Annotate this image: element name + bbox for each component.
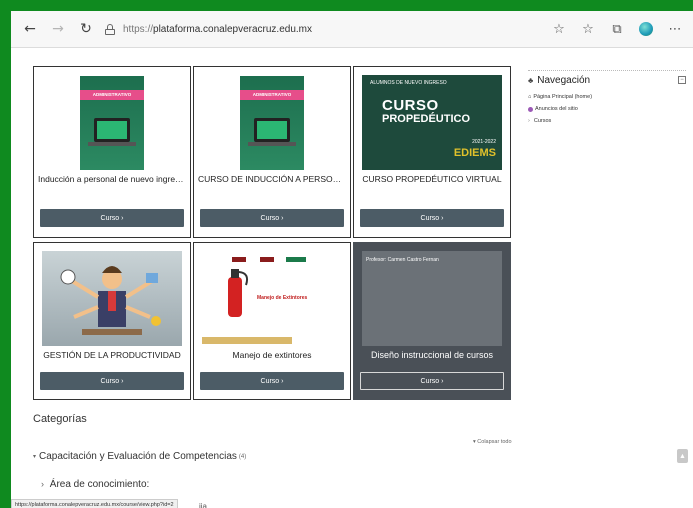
- collections-icon[interactable]: ⧉: [609, 21, 625, 37]
- forward-icon[interactable]: →: [47, 18, 69, 40]
- course-teacher: Profesor: Carmen Castro Fernan: [366, 257, 439, 263]
- forum-icon: [528, 106, 533, 112]
- partial-text: ija: [199, 502, 208, 508]
- subcategory-label[interactable]: Área de conocimiento:: [50, 479, 150, 490]
- caret-down-icon: ▾: [33, 454, 37, 460]
- category-item[interactable]: ▾ Capacitación y Evaluación de Competenc…: [33, 451, 246, 462]
- course-title[interactable]: Diseño instruccional de cursos: [358, 350, 506, 360]
- course-thumbnail: Manejo de Extintores: [202, 251, 342, 346]
- collapse-block-button[interactable]: −: [678, 76, 686, 84]
- categories-heading: Categorías: [33, 413, 87, 425]
- course-card[interactable]: Manejo de Extintores Manejo de extintore…: [193, 242, 351, 400]
- course-card[interactable]: GESTIÓN DE LA PRODUCTIVIDAD Curso ›: [33, 242, 191, 400]
- course-thumbnail: ADMINISTRATIVO: [202, 75, 342, 170]
- thumbnail-text: EDIEMS: [453, 147, 496, 159]
- category-label[interactable]: Capacitación y Evaluación de Competencia…: [39, 451, 237, 462]
- navigation-heading: Navegación: [537, 74, 591, 86]
- more-icon[interactable]: ⋯: [667, 21, 683, 37]
- course-button[interactable]: Curso ›: [40, 209, 184, 227]
- address-bar[interactable]: https:// plataforma.conalepveracruz.edu.…: [105, 16, 551, 42]
- thumbnail-banner: ADMINISTRATIVO: [80, 89, 144, 100]
- lock-icon: [105, 23, 115, 35]
- page-content: ADMINISTRATIVO Inducción a personal de n…: [11, 49, 693, 508]
- course-thumbnail: [362, 251, 502, 346]
- course-card[interactable]: Profesor: Carmen Castro Fernan Diseño in…: [353, 242, 511, 400]
- collapse-all-link[interactable]: ▾ Colapsar todo: [473, 439, 512, 445]
- course-button[interactable]: Curso ›: [360, 372, 504, 390]
- course-title[interactable]: GESTIÓN DE LA PRODUCTIVIDAD: [38, 350, 186, 360]
- nav-item-site-news[interactable]: Anuncios del sitio: [528, 106, 686, 112]
- course-title[interactable]: Inducción a personal de nuevo ingreso...: [38, 174, 186, 184]
- nav-item-label[interactable]: Anuncios del sitio: [535, 106, 578, 112]
- url-host: plataforma.conalepveracruz.edu.mx: [153, 23, 312, 35]
- course-button[interactable]: Curso ›: [360, 209, 504, 227]
- course-button[interactable]: Curso ›: [200, 372, 344, 390]
- thumbnail-banner: ADMINISTRATIVO: [240, 89, 304, 100]
- browser-toolbar: ← → ↻ https:// plataforma.conalepveracru…: [11, 11, 693, 48]
- course-card[interactable]: ADMINISTRATIVO CURSO DE INDUCCIÓN A PERS…: [193, 66, 351, 238]
- nav-item-courses[interactable]: › Cursos: [528, 118, 686, 124]
- chevron-right-icon: ›: [41, 479, 44, 489]
- read-aloud-icon[interactable]: ☆: [551, 21, 567, 37]
- course-thumbnail: [42, 251, 182, 346]
- course-thumbnail: ALUMNOS DE NUEVO INGRESO CURSO PROPEDÉUT…: [362, 75, 502, 170]
- course-button[interactable]: Curso ›: [40, 372, 184, 390]
- category-count: (4): [238, 453, 247, 460]
- thumbnail-text: CURSO: [382, 97, 439, 114]
- profile-icon[interactable]: [638, 21, 654, 37]
- favorites-icon[interactable]: ☆: [580, 21, 596, 37]
- course-card[interactable]: ADMINISTRATIVO Inducción a personal de n…: [33, 66, 191, 238]
- course-title[interactable]: CURSO PROPEDÉUTICO VIRTUAL: [358, 174, 506, 184]
- navigation-block: ♣ Navegación − ⌂ Página Principal (home)…: [528, 70, 686, 124]
- nav-item-label[interactable]: Página Principal (home): [533, 94, 592, 100]
- thumbnail-text: Manejo de Extintores: [257, 295, 308, 301]
- thumbnail-text: PROPEDÉUTICO: [382, 113, 471, 125]
- chevron-right-icon: ›: [528, 118, 530, 124]
- url-protocol: https://: [123, 23, 154, 35]
- nav-item-home[interactable]: ⌂ Página Principal (home): [528, 94, 686, 100]
- course-button[interactable]: Curso ›: [200, 209, 344, 227]
- sitemap-icon: ♣: [528, 75, 534, 85]
- refresh-icon[interactable]: ↻: [75, 18, 97, 40]
- scroll-up-button[interactable]: ▲: [677, 449, 688, 463]
- thumbnail-text: ALUMNOS DE NUEVO INGRESO: [370, 80, 447, 86]
- course-title[interactable]: Manejo de extintores: [198, 350, 346, 360]
- browser-window: ← → ↻ https:// plataforma.conalepveracru…: [11, 11, 693, 508]
- course-card[interactable]: ALUMNOS DE NUEVO INGRESO CURSO PROPEDÉUT…: [353, 66, 511, 238]
- back-icon[interactable]: ←: [19, 18, 41, 40]
- status-bar-url: https://plataforma.conalepveracruz.edu.m…: [11, 499, 178, 508]
- course-thumbnail: ADMINISTRATIVO: [42, 75, 182, 170]
- thumbnail-text: 2021-2022: [472, 139, 496, 145]
- nav-item-label[interactable]: Cursos: [534, 118, 551, 124]
- home-icon: ⌂: [528, 94, 532, 100]
- course-title[interactable]: CURSO DE INDUCCIÓN A PERSONAL ...: [198, 174, 346, 184]
- subcategory-item[interactable]: › Área de conocimiento:: [41, 479, 149, 490]
